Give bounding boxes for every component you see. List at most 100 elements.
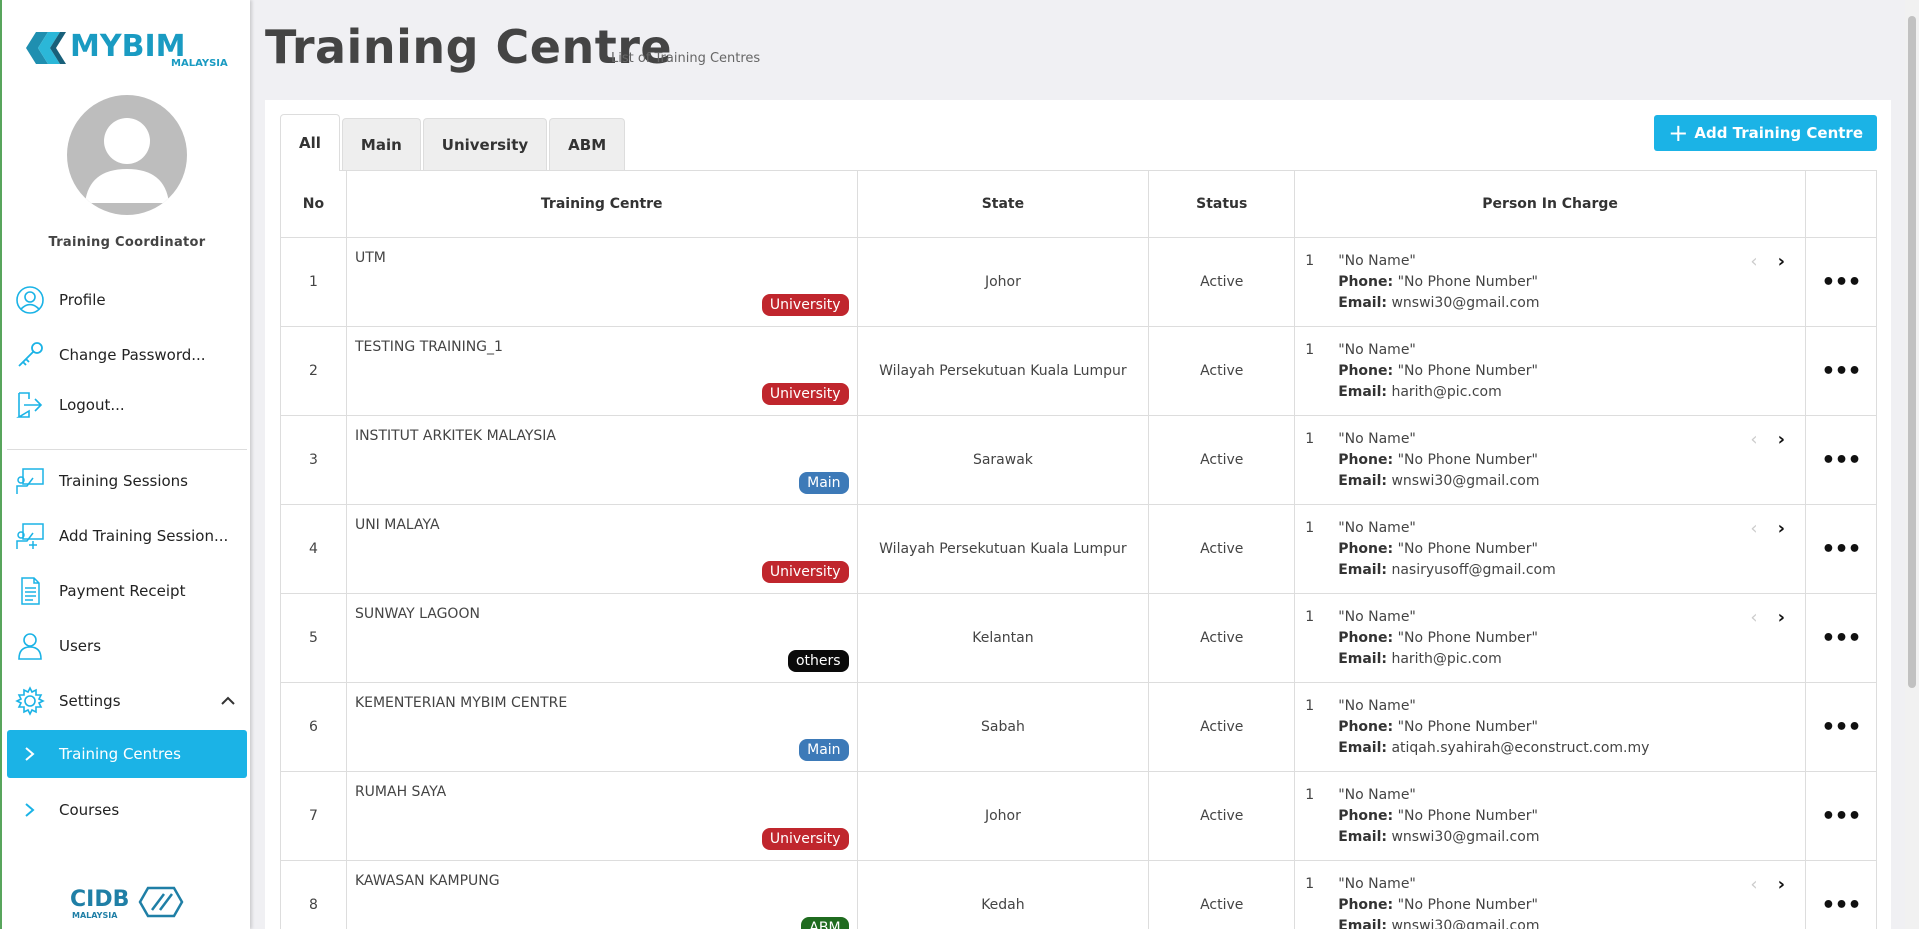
more-options-icon[interactable]: •••	[1821, 804, 1861, 829]
page-scrollbar[interactable]	[1905, 0, 1919, 929]
person-in-charge-cell: 1 ‹ › "No Name" Phone: "No Phone Number" Emai…	[1294, 860, 1806, 929]
chevron-left-icon[interactable]: ‹	[1750, 874, 1757, 895]
sidebar-item-profile[interactable]: Profile	[7, 276, 247, 324]
more-options-icon[interactable]: •••	[1821, 270, 1861, 295]
table-row[interactable]: 2 TESTING TRAINING_1 University Wilayah Per…	[280, 326, 1878, 416]
row-actions-cell: •••	[1804, 504, 1878, 594]
table-row[interactable]: 3 INSTITUT ARKITEK MALAYSIA Main Sarawak Act…	[280, 415, 1878, 505]
sidebar-item-training-sessions[interactable]: Training Sessions	[7, 457, 247, 505]
pic-name: "No Name"	[1338, 519, 1416, 536]
training-centre-name[interactable]: UTM	[355, 250, 386, 266]
column-header-no[interactable]: No	[280, 170, 347, 238]
status-cell: Active	[1148, 860, 1296, 929]
table-row[interactable]: 1 UTM University Johor Active 1 ‹ › "No Name" Pho…	[280, 237, 1878, 327]
chevron-right-icon[interactable]: ›	[1778, 874, 1785, 895]
pic-index: 1	[1305, 341, 1315, 358]
pic-phone: Phone: "No Phone Number"	[1338, 807, 1538, 824]
table-row[interactable]: 8 KAWASAN KAMPUNG ABM Kedah Active 1 ‹ › "No Nam…	[280, 860, 1878, 929]
chevron-right-icon[interactable]: ›	[1778, 251, 1785, 272]
sidebar-item-add-training-session[interactable]: Add Training Session...	[7, 512, 247, 560]
centre-type-badge: University	[761, 294, 849, 316]
more-options-icon[interactable]: •••	[1821, 715, 1861, 740]
add-session-icon	[13, 519, 47, 553]
person-in-charge-cell: 1 ‹ › "No Name" Phone: "No Phone Number" Emai…	[1294, 593, 1806, 683]
training-centre-name[interactable]: SUNWAY LAGOON	[355, 606, 480, 622]
sidebar-divider	[7, 449, 247, 450]
training-centre-cell: TESTING TRAINING_1 University	[345, 326, 858, 416]
pic-name: "No Name"	[1338, 341, 1416, 358]
row-actions-cell: •••	[1804, 771, 1878, 861]
sidebar-item-payment-receipt[interactable]: Payment Receipt	[7, 567, 247, 615]
chevron-left-icon[interactable]: ‹	[1750, 251, 1757, 272]
chevron-left-icon[interactable]: ‹	[1750, 607, 1757, 628]
centre-type-badge: others	[787, 650, 849, 672]
tab-all[interactable]: All	[280, 114, 340, 171]
more-options-icon[interactable]: •••	[1821, 537, 1861, 562]
table-row[interactable]: 6 KEMENTERIAN MYBIM CENTRE Main Sabah Active…	[280, 682, 1878, 772]
sidebar-item-label: Training Centres	[59, 745, 181, 763]
chevron-right-icon[interactable]: ›	[1778, 607, 1785, 628]
column-header-training-centre[interactable]: Training Centre	[345, 170, 858, 238]
column-header-status[interactable]: Status	[1148, 170, 1296, 238]
row-actions-cell: •••	[1804, 593, 1878, 683]
column-header-person-in-charge[interactable]: Person In Charge	[1294, 170, 1806, 238]
training-centre-name[interactable]: INSTITUT ARKITEK MALAYSIA	[355, 428, 556, 444]
training-centre-name[interactable]: UNI MALAYA	[355, 517, 440, 533]
sidebar-item-courses[interactable]: Courses	[7, 786, 247, 834]
sidebar-item-logout[interactable]: Logout...	[7, 381, 247, 429]
more-options-icon[interactable]: •••	[1821, 359, 1861, 384]
table-row[interactable]: 7 RUMAH SAYA University Johor Active 1 "No Nam…	[280, 771, 1878, 861]
training-centre-name[interactable]: TESTING TRAINING_1	[355, 339, 503, 355]
pic-email: Email: nasiryusoff@gmail.com	[1338, 561, 1556, 578]
sidebar-item-training-centres[interactable]: Training Centres	[7, 730, 247, 778]
svg-text:MYBIM: MYBIM	[70, 29, 185, 64]
training-centre-name[interactable]: KEMENTERIAN MYBIM CENTRE	[355, 695, 567, 711]
training-centre-name[interactable]: KAWASAN KAMPUNG	[355, 873, 500, 889]
sidebar-item-users[interactable]: Users	[7, 622, 247, 670]
email-label: Email:	[1338, 383, 1387, 400]
add-button-label: Add Training Centre	[1694, 124, 1863, 142]
chevron-right-icon[interactable]: ›	[1778, 429, 1785, 450]
pic-pager: ‹ ›	[1750, 429, 1785, 450]
table-header-row: No Training Centre State Status Person I…	[280, 170, 1878, 238]
training-centre-cell: KEMENTERIAN MYBIM CENTRE Main	[345, 682, 858, 772]
state-cell: Wilayah Persekutuan Kuala Lumpur	[856, 326, 1150, 416]
svg-text:CIDB: CIDB	[70, 887, 129, 912]
tab-main[interactable]: Main	[341, 118, 421, 170]
pic-index: 1	[1305, 519, 1315, 536]
more-options-icon[interactable]: •••	[1821, 448, 1861, 473]
email-label: Email:	[1338, 472, 1387, 489]
table-row[interactable]: 4 UNI MALAYA University Wilayah Persekutuan…	[280, 504, 1878, 594]
table-row[interactable]: 5 SUNWAY LAGOON others Kelantan Active 1 ‹ › "No…	[280, 593, 1878, 683]
column-header-state[interactable]: State	[856, 170, 1150, 238]
pic-phone: Phone: "No Phone Number"	[1338, 273, 1538, 290]
mybim-logo[interactable]: MYBIM MALAYSIA	[26, 28, 231, 68]
pic-pager: ‹ ›	[1750, 518, 1785, 539]
pic-name: "No Name"	[1338, 875, 1416, 892]
scrollbar-thumb[interactable]	[1908, 16, 1916, 688]
more-options-icon[interactable]: •••	[1821, 893, 1861, 918]
person-in-charge-cell: 1 "No Name" Phone: "No Phone Number" Email:…	[1294, 771, 1806, 861]
sidebar-item-change-password[interactable]: Change Password...	[7, 331, 247, 379]
more-options-icon[interactable]: •••	[1821, 626, 1861, 651]
phone-label: Phone:	[1338, 629, 1394, 646]
centre-type-badge: University	[761, 828, 849, 850]
pic-phone: Phone: "No Phone Number"	[1338, 629, 1538, 646]
sidebar-item-label: Add Training Session...	[59, 527, 229, 545]
chevron-right-icon[interactable]: ›	[1778, 518, 1785, 539]
chevron-left-icon[interactable]: ‹	[1750, 429, 1757, 450]
add-training-centre-button[interactable]: + Add Training Centre	[1654, 115, 1877, 151]
svg-text:MALAYSIA: MALAYSIA	[72, 911, 118, 920]
pic-name: "No Name"	[1338, 608, 1416, 625]
pic-email: Email: wnswi30@gmail.com	[1338, 916, 1795, 929]
tab-university[interactable]: University	[422, 118, 548, 170]
pic-email: Email: wnswi30@gmail.com	[1338, 472, 1540, 489]
chevron-left-icon[interactable]: ‹	[1750, 518, 1757, 539]
training-centre-table: No Training Centre State Status Person I…	[280, 170, 1878, 929]
sidebar-item-settings[interactable]: Settings	[7, 677, 247, 725]
pic-phone: Phone: "No Phone Number"	[1338, 540, 1538, 557]
tab-abm[interactable]: ABM	[549, 118, 626, 170]
state-cell: Johor	[856, 237, 1150, 327]
state-cell: Johor	[856, 771, 1150, 861]
training-centre-name[interactable]: RUMAH SAYA	[355, 784, 446, 800]
